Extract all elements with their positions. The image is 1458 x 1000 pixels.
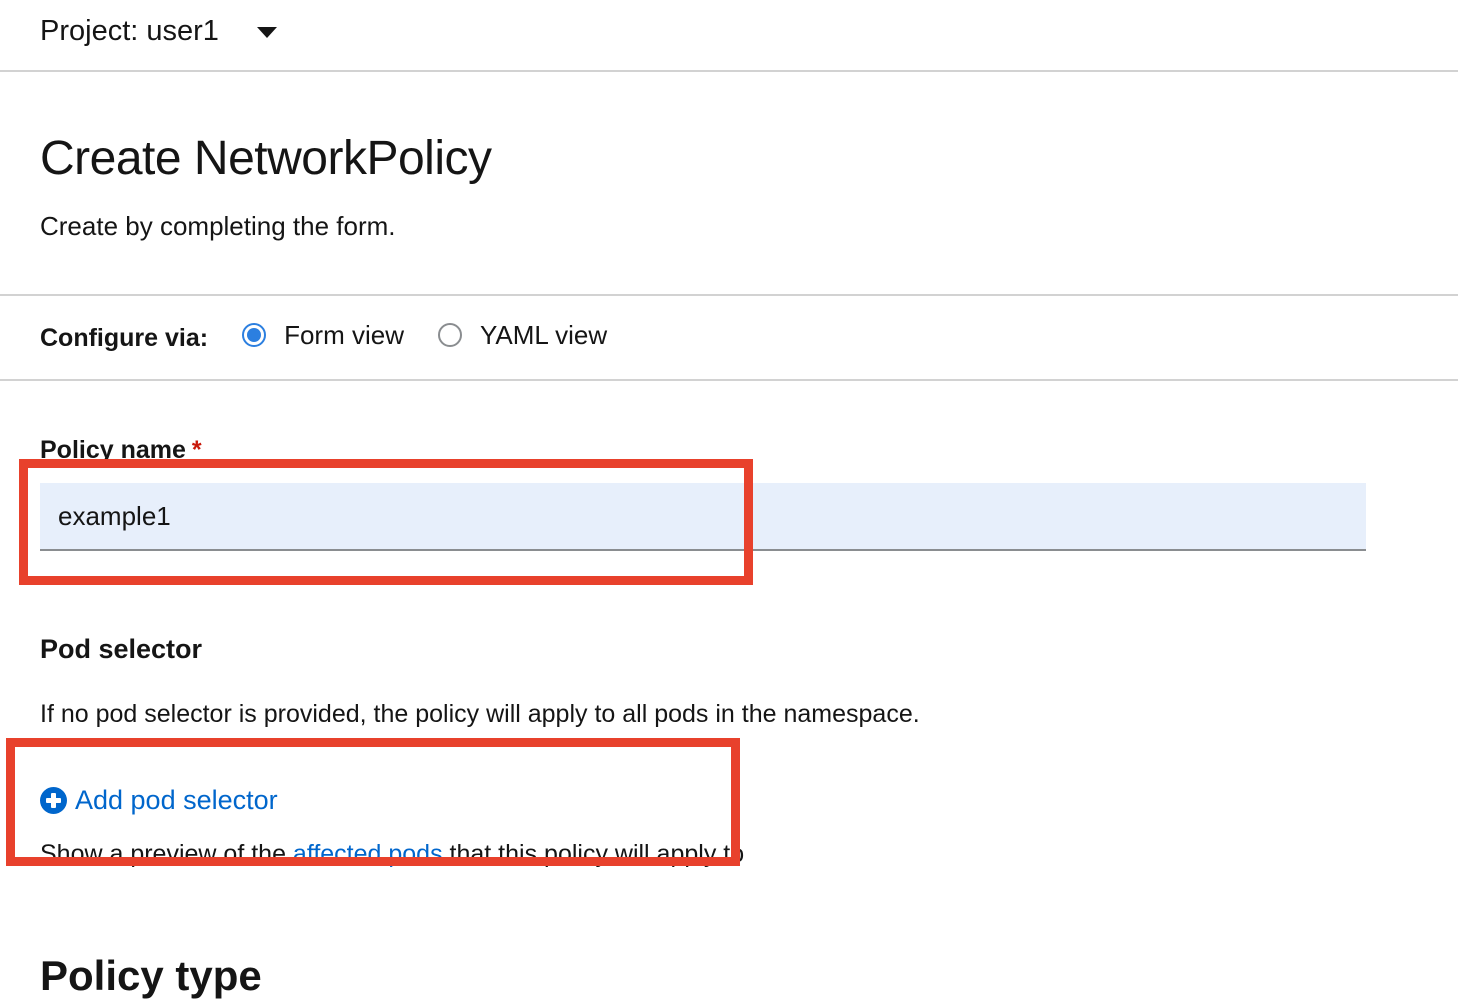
form-view-label[interactable]: Form view: [284, 320, 404, 351]
project-dropdown[interactable]: Project: user1: [40, 10, 277, 52]
required-marker: *: [191, 436, 202, 464]
preview-prefix: Show a preview of the: [40, 840, 293, 868]
plus-circle-icon[interactable]: [40, 786, 67, 814]
policy-name-label-text: Policy name: [40, 436, 186, 464]
radio-unchecked-icon[interactable]: [437, 323, 462, 347]
policy-name-input[interactable]: [40, 483, 1366, 551]
affected-pods-link[interactable]: affected pods: [293, 840, 443, 868]
radio-checked-icon[interactable]: [242, 323, 267, 347]
yaml-view-label[interactable]: YAML view: [480, 320, 607, 351]
add-pod-selector-label[interactable]: Add pod selector: [75, 785, 278, 816]
divider: [0, 294, 1458, 296]
caret-down-icon: [256, 26, 277, 38]
policy-type-heading: Policy type: [40, 952, 262, 999]
project-bar: Project: user1: [0, 0, 1458, 72]
add-pod-selector-button[interactable]: Add pod selector: [40, 780, 278, 820]
configure-via-label: Configure via:: [40, 323, 209, 352]
policy-name-label: Policy name *: [40, 436, 202, 465]
yaml-view-radio[interactable]: YAML view: [437, 320, 607, 351]
page-title: Create NetworkPolicy: [40, 132, 492, 185]
project-label: Project: user1: [40, 15, 219, 47]
page-description: Create by completing the form.: [40, 211, 396, 241]
pod-selector-heading: Pod selector: [40, 634, 203, 664]
divider: [0, 379, 1458, 381]
configure-via-group: Configure via: Form view YAML view: [40, 312, 607, 358]
form-view-radio[interactable]: Form view: [242, 320, 404, 351]
affected-pods-preview-text: Show a preview of the affected pods that…: [40, 836, 744, 872]
pod-selector-help-text: If no pod selector is provided, the poli…: [40, 700, 920, 728]
preview-suffix: that this policy will apply to: [442, 840, 745, 868]
